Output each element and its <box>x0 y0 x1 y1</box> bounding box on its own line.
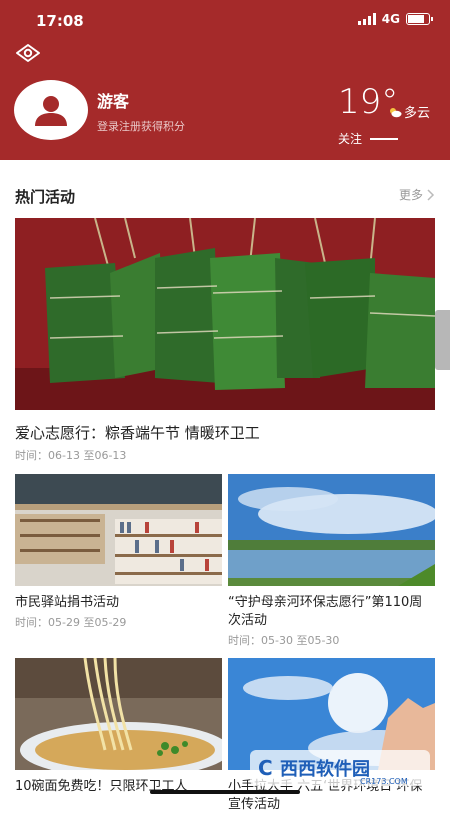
battery-level <box>408 15 424 23</box>
card-time: 时间：05-29 至05-29 <box>15 616 127 629</box>
user-icon <box>35 96 67 126</box>
network-label: 4G <box>381 12 400 26</box>
status-time: 17:08 <box>36 12 84 30</box>
weather-condition: 多云 <box>388 102 430 121</box>
home-indicator[interactable] <box>150 790 300 794</box>
card-title[interactable]: 市民驿站捐书活动 <box>15 594 222 612</box>
hero-time: 时间：06-13 至06-13 <box>15 449 127 462</box>
avatar[interactable] <box>14 80 88 140</box>
signal-icon <box>357 13 376 25</box>
svg-text:西西软件园: 西西软件园 <box>280 758 370 780</box>
card-image-bookshelf[interactable] <box>15 474 222 586</box>
more-button[interactable]: 更多 <box>399 186 435 203</box>
activity-card[interactable]: “守护母亲河环保志愿行”第110周次活动 时间：05-30 至05-30 <box>228 474 435 648</box>
eye-icon[interactable] <box>14 42 42 64</box>
card-image-river[interactable] <box>228 474 435 586</box>
user-header: 游客 登录注册获得积分 19° 多云 关注 <box>0 42 450 160</box>
status-indicators: 4G <box>357 12 433 26</box>
card-title[interactable]: “守护母亲河环保志愿行”第110周次活动 <box>228 594 435 630</box>
follow-label[interactable]: 关注 <box>338 130 362 147</box>
activity-card[interactable]: 市民驿站捐书活动 时间：05-29 至05-29 <box>15 474 222 630</box>
card-time: 时间：05-30 至05-30 <box>228 634 340 647</box>
float-side-handle[interactable] <box>435 310 450 370</box>
hero-image[interactable] <box>15 218 435 410</box>
username[interactable]: 游客 <box>97 88 129 112</box>
section-header: 热门活动 更多 <box>0 180 450 210</box>
svg-text:CR173.COM: CR173.COM <box>360 777 408 786</box>
login-hint[interactable]: 登录注册获得积分 <box>97 118 185 134</box>
more-label[interactable]: 更多 <box>399 186 423 203</box>
follow-row[interactable]: 关注 <box>338 130 399 147</box>
chevron-right-icon <box>427 188 435 201</box>
activity-card[interactable]: 10碗面免费吃！只限环卫工人 <box>15 658 222 796</box>
follow-dash <box>370 137 399 140</box>
watermark-logo: C 西西软件园 CR173.COM <box>250 748 430 788</box>
status-bar: 17:08 4G <box>0 0 450 42</box>
section-title: 热门活动 <box>15 188 76 206</box>
battery-icon <box>406 13 433 25</box>
weather-condition-label: 多云 <box>404 106 431 121</box>
hero-title[interactable]: 爱心志愿行：粽香端午节 情暖环卫工 <box>15 422 260 443</box>
partly-cloudy-icon <box>390 107 402 117</box>
card-image-noodles[interactable] <box>15 658 222 770</box>
svg-text:C: C <box>258 756 273 780</box>
